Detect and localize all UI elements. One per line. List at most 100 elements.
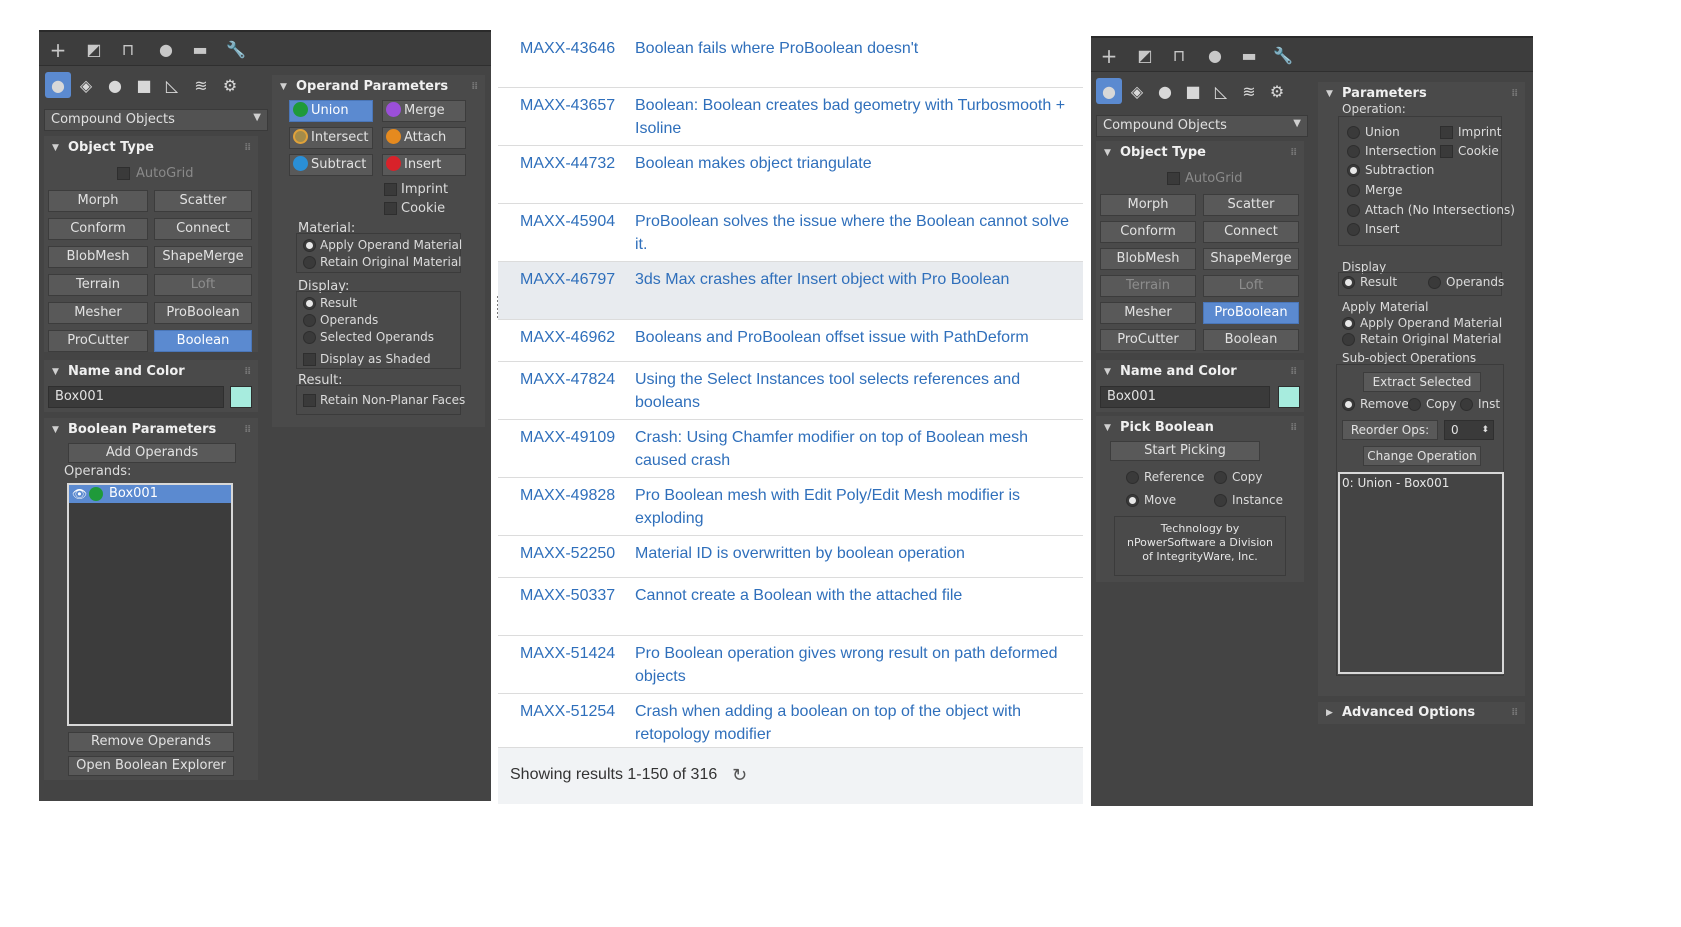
operations-list-item[interactable]: 0: Union - Box001 — [1342, 476, 1449, 490]
change-operation-button[interactable]: Change Operation — [1363, 446, 1481, 466]
conform-button[interactable]: Conform — [1100, 221, 1196, 243]
issue-title-link[interactable]: Cannot create a Boolean with the attache… — [635, 584, 1075, 607]
remove-operands-button[interactable]: Remove Operands — [68, 732, 234, 752]
category-dropdown[interactable]: Compound Objects ▼ — [44, 109, 268, 131]
operand-list-item[interactable]: 👁 Box001 — [69, 485, 231, 503]
issue-id-link[interactable]: MAXX-51424 — [520, 645, 615, 663]
helpers-icon[interactable]: ◺ — [1208, 78, 1234, 104]
spacewarps-icon[interactable]: ≋ — [1236, 78, 1262, 104]
issue-title-link[interactable]: Boolean: Boolean creates bad geometry wi… — [635, 94, 1075, 140]
display-result-radio[interactable] — [303, 297, 316, 310]
spacewarps-icon[interactable]: ≋ — [188, 72, 214, 98]
spinner-arrows-icon[interactable]: ⬍ — [1481, 421, 1489, 439]
imprint-checkbox[interactable] — [384, 183, 397, 196]
visibility-eye-icon[interactable]: 👁 — [72, 485, 87, 503]
apply-operand-material-radio[interactable] — [1342, 317, 1355, 330]
issue-id-link[interactable]: MAXX-43657 — [520, 97, 615, 115]
mesher-button[interactable]: Mesher — [48, 302, 148, 324]
motion-tab-icon[interactable]: ● — [153, 37, 179, 63]
mesher-button[interactable]: Mesher — [1100, 302, 1196, 324]
issue-row[interactable]: MAXX-52250 Material ID is overwritten by … — [498, 536, 1083, 578]
issue-row[interactable]: MAXX-51424 Pro Boolean operation gives wr… — [498, 636, 1083, 694]
object-color-swatch[interactable] — [1278, 386, 1300, 408]
move-radio[interactable] — [1126, 494, 1139, 507]
proboolean-button[interactable]: ProBoolean — [154, 302, 252, 324]
issue-title-link[interactable]: Pro Boolean mesh with Edit Poly/Edit Mes… — [635, 484, 1075, 530]
apply-operand-material-radio[interactable] — [303, 239, 316, 252]
display-tab-icon[interactable]: ▬ — [187, 37, 213, 63]
issue-title-link[interactable]: Material ID is overwritten by boolean op… — [635, 542, 1075, 565]
helpers-icon[interactable]: ◺ — [159, 72, 185, 98]
object-color-swatch[interactable] — [230, 386, 252, 408]
insert-button[interactable]: Insert — [382, 154, 466, 176]
issue-row[interactable]: MAXX-46797 3ds Max crashes after Insert o… — [498, 262, 1083, 320]
issue-id-link[interactable]: MAXX-46962 — [520, 329, 615, 347]
issue-row[interactable]: MAXX-51254 Crash when adding a boolean on… — [498, 694, 1083, 748]
display-operands-radio[interactable] — [303, 314, 316, 327]
retain-nonplanar-checkbox[interactable] — [303, 394, 316, 407]
start-picking-button[interactable]: Start Picking — [1110, 441, 1260, 461]
refresh-icon[interactable]: ↻ — [732, 765, 747, 786]
boolean-button[interactable]: Boolean — [1203, 329, 1299, 351]
issue-row[interactable]: MAXX-46962 Booleans and ProBoolean offset… — [498, 320, 1083, 362]
cookie-checkbox[interactable] — [1440, 145, 1453, 158]
issue-title-link[interactable]: Boolean fails where ProBoolean doesn't — [635, 37, 1075, 60]
issue-row[interactable]: MAXX-43646 Boolean fails where ProBoolean… — [498, 38, 1083, 88]
issue-id-link[interactable]: MAXX-50337 — [520, 587, 615, 605]
boolean-parameters-header[interactable]: ▼ Boolean Parameters ⁞⁞ — [44, 418, 258, 442]
operands-list[interactable]: 👁 Box001 — [67, 483, 233, 726]
issue-id-link[interactable]: MAXX-49109 — [520, 429, 615, 447]
loft-button[interactable]: Loft — [1203, 275, 1299, 297]
extract-copy-radio[interactable] — [1408, 398, 1421, 411]
motion-tab-icon[interactable]: ● — [1202, 43, 1228, 69]
utilities-tab-icon[interactable]: 🔧 — [223, 37, 249, 63]
lights-icon[interactable]: ● — [102, 72, 128, 98]
object-type-header[interactable]: ▼ Object Type ⁞⁞ — [44, 136, 258, 160]
merge-radio[interactable] — [1347, 184, 1360, 197]
issue-title-link[interactable]: Using the Select Instances tool selects … — [635, 368, 1075, 414]
issue-row[interactable]: MAXX-49109 Crash: Using Chamfer modifier … — [498, 420, 1083, 478]
instance-radio[interactable] — [1214, 494, 1227, 507]
display-as-shaded-checkbox[interactable] — [303, 353, 316, 366]
morph-button[interactable]: Morph — [48, 190, 148, 212]
union-button[interactable]: Union — [289, 100, 373, 122]
intersect-button[interactable]: Intersect — [289, 127, 373, 149]
geometry-icon[interactable]: ● — [1096, 78, 1122, 104]
operations-list[interactable]: 0: Union - Box001 — [1338, 472, 1504, 674]
autogrid-checkbox[interactable] — [1167, 172, 1180, 185]
extract-selected-button[interactable]: Extract Selected — [1363, 372, 1481, 392]
systems-icon[interactable]: ⚙ — [217, 72, 243, 98]
reference-radio[interactable] — [1126, 471, 1139, 484]
create-tab-icon[interactable]: + — [1096, 43, 1122, 69]
scatter-button[interactable]: Scatter — [154, 190, 252, 212]
name-color-header[interactable]: ▼ Name and Color ⁞⁞ — [1096, 360, 1304, 384]
issue-id-link[interactable]: MAXX-47824 — [520, 371, 615, 389]
conform-button[interactable]: Conform — [48, 218, 148, 240]
issue-row[interactable]: MAXX-50337 Cannot create a Boolean with t… — [498, 578, 1083, 636]
display-operands-radio[interactable] — [1428, 276, 1441, 289]
issue-id-link[interactable]: MAXX-45904 — [520, 213, 615, 231]
issue-title-link[interactable]: Boolean makes object triangulate — [635, 152, 1075, 175]
procutter-button[interactable]: ProCutter — [48, 330, 148, 352]
utilities-tab-icon[interactable]: 🔧 — [1270, 43, 1296, 69]
cookie-checkbox[interactable] — [384, 202, 397, 215]
blobmesh-button[interactable]: BlobMesh — [48, 246, 148, 268]
lights-icon[interactable]: ● — [1152, 78, 1178, 104]
object-type-header[interactable]: ▼ Object Type ⁞⁞ — [1096, 141, 1304, 165]
morph-button[interactable]: Morph — [1100, 194, 1196, 216]
issue-id-link[interactable]: MAXX-46797 — [520, 271, 615, 289]
display-tab-icon[interactable]: ▬ — [1236, 43, 1262, 69]
issue-row[interactable]: MAXX-47824 Using the Select Instances too… — [498, 362, 1083, 420]
modify-tab-icon[interactable]: ◩ — [1132, 43, 1158, 69]
issue-title-link[interactable]: Booleans and ProBoolean offset issue wit… — [635, 326, 1075, 349]
issue-title-link[interactable]: Crash: Using Chamfer modifier on top of … — [635, 426, 1075, 472]
terrain-button[interactable]: Terrain — [1100, 275, 1196, 297]
shapes-icon[interactable]: ◈ — [1124, 78, 1150, 104]
add-operands-button[interactable]: Add Operands — [68, 443, 236, 463]
pick-boolean-header[interactable]: ▼ Pick Boolean ⁞⁞ — [1096, 416, 1304, 440]
shapemerge-button[interactable]: ShapeMerge — [154, 246, 252, 268]
remove-radio[interactable] — [1342, 398, 1355, 411]
subtraction-radio[interactable] — [1347, 164, 1360, 177]
reorder-ops-spinner[interactable]: 0 ⬍ — [1444, 420, 1494, 440]
operand-parameters-header[interactable]: ▼ Operand Parameters ⁞⁞ — [272, 75, 485, 99]
